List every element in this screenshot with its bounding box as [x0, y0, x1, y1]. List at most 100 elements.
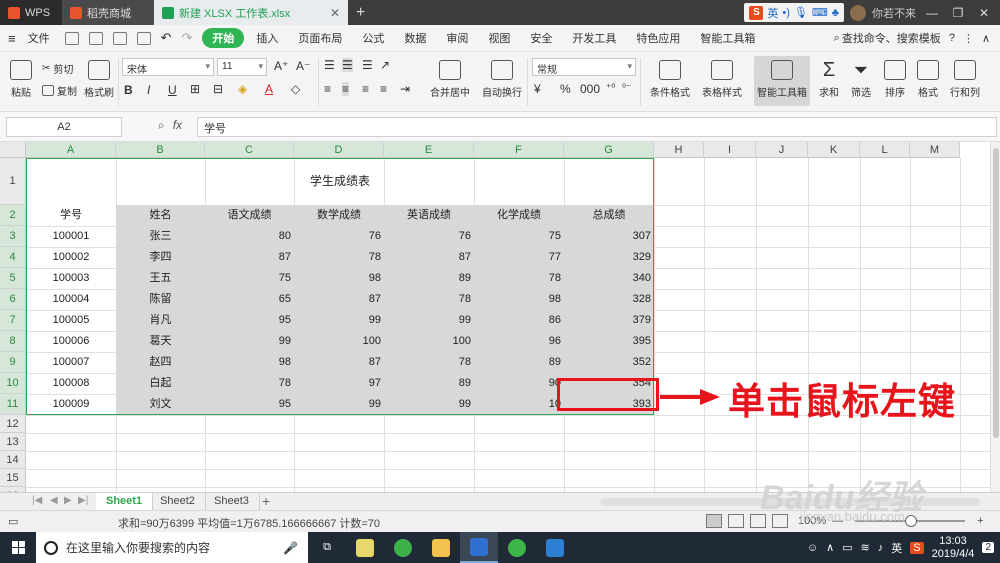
wifi-icon[interactable]: ≋: [861, 541, 870, 554]
column-header-j[interactable]: J: [756, 142, 808, 158]
font-name-select[interactable]: 宋体: [122, 58, 214, 76]
merge-center-button[interactable]: 合并居中: [428, 60, 472, 99]
collapse-ribbon-icon[interactable]: ∧: [982, 32, 990, 45]
last-sheet-icon[interactable]: ▶|: [78, 495, 88, 506]
export-icon[interactable]: [88, 31, 103, 45]
column-header-i[interactable]: I: [704, 142, 756, 158]
tab-docer-store[interactable]: 稻壳商城: [62, 0, 154, 25]
justify-icon[interactable]: ≡: [380, 82, 387, 96]
font-color-icon[interactable]: A: [265, 82, 273, 96]
minimize-icon[interactable]: —: [922, 6, 942, 20]
sum-button[interactable]: Σ 求和: [816, 60, 842, 99]
zoom-in-icon[interactable]: +: [977, 515, 983, 527]
filter-button[interactable]: ⏷ 筛选: [848, 60, 874, 99]
sort-button[interactable]: 排序: [882, 60, 908, 99]
menu-smart-toolbox[interactable]: 智能工具箱: [692, 30, 763, 46]
normal-view-icon[interactable]: [706, 514, 722, 528]
volume-icon[interactable]: ♪: [878, 542, 884, 554]
tray-lang[interactable]: 英: [891, 540, 902, 556]
vertical-scroll-thumb[interactable]: [993, 148, 999, 438]
menu-home[interactable]: 开始: [202, 28, 245, 48]
tray-expand-icon[interactable]: ∧: [826, 541, 834, 554]
underline-icon[interactable]: U: [168, 83, 177, 97]
help-icon[interactable]: ?: [949, 32, 955, 44]
ime-toolbar[interactable]: S 英 •) 🎙 ⌨ ♣: [744, 3, 844, 22]
menu-data[interactable]: 数据: [396, 30, 434, 46]
format-painter-button[interactable]: 格式刷: [84, 60, 114, 99]
start-button[interactable]: [0, 532, 36, 563]
row-header-2[interactable]: 2: [0, 205, 26, 226]
save-icon[interactable]: [64, 31, 79, 45]
row-header-9[interactable]: 9: [0, 352, 26, 373]
row-header-15[interactable]: 15: [0, 469, 26, 487]
row-header-6[interactable]: 6: [0, 289, 26, 310]
first-sheet-icon[interactable]: |◀: [32, 495, 42, 506]
italic-icon[interactable]: I: [147, 83, 150, 97]
row-header-5[interactable]: 5: [0, 268, 26, 289]
select-all-corner[interactable]: [0, 142, 26, 158]
merge-cells-icon[interactable]: ⊟: [213, 82, 223, 96]
taskbar-app-360[interactable]: [384, 532, 422, 563]
menu-insert[interactable]: 插入: [248, 30, 286, 46]
formula-input[interactable]: 学号: [197, 117, 997, 137]
indent-icon[interactable]: ⇥: [400, 82, 410, 96]
print-preview-icon[interactable]: [136, 31, 151, 45]
menu-page-layout[interactable]: 页面布局: [290, 30, 350, 46]
spreadsheet-grid[interactable]: ABCDEFGHIJKLM 1234567891011121314151617 …: [0, 142, 990, 492]
tab-wps[interactable]: WPS: [0, 0, 62, 25]
border-icon[interactable]: ⊞: [190, 82, 200, 96]
clear-format-icon[interactable]: ◇: [291, 82, 300, 96]
rows-cols-button[interactable]: 行和列: [948, 60, 982, 99]
conditional-format-button[interactable]: 条件格式: [646, 60, 694, 99]
search-icon[interactable]: ⌕: [834, 32, 840, 45]
menu-security[interactable]: 安全: [522, 30, 560, 46]
row-header-1[interactable]: 1: [0, 158, 26, 205]
currency-icon[interactable]: ¥: [534, 82, 541, 96]
vertical-scrollbar[interactable]: [990, 142, 1000, 492]
tab-workbook[interactable]: 新建 XLSX 工作表.xlsx ✕: [154, 0, 348, 25]
wrap-text-button[interactable]: 自动换行: [480, 60, 524, 99]
bold-icon[interactable]: B: [124, 83, 133, 97]
user-name[interactable]: 你若不来: [872, 5, 916, 21]
column-header-f[interactable]: F: [474, 142, 564, 158]
user-avatar[interactable]: [850, 4, 866, 21]
row-header-10[interactable]: 10: [0, 373, 26, 394]
decrease-font-icon[interactable]: A⁻: [296, 59, 310, 73]
align-top-icon[interactable]: ☰: [324, 58, 335, 72]
align-right-icon[interactable]: ≡: [362, 82, 369, 96]
column-header-b[interactable]: B: [116, 142, 205, 158]
print-icon[interactable]: [112, 31, 127, 45]
table-style-button[interactable]: 表格样式: [698, 60, 746, 99]
restore-icon[interactable]: ❐: [948, 6, 968, 20]
decrease-decimal-icon[interactable]: ⁰⁻: [622, 83, 631, 94]
row-header-13[interactable]: 13: [0, 433, 26, 451]
column-header-l[interactable]: L: [860, 142, 910, 158]
row-header-4[interactable]: 4: [0, 247, 26, 268]
row-header-7[interactable]: 7: [0, 310, 26, 331]
row-header-8[interactable]: 8: [0, 331, 26, 352]
column-header-a[interactable]: A: [26, 142, 116, 158]
sheet-tab-1[interactable]: Sheet1: [96, 493, 154, 511]
number-format-select[interactable]: 常规: [532, 58, 636, 76]
column-header-m[interactable]: M: [910, 142, 960, 158]
smart-toolbox-button[interactable]: 智能工具箱: [754, 56, 810, 106]
task-view-button[interactable]: ⧉: [308, 532, 346, 563]
taskbar-search[interactable]: 在这里输入你要搜索的内容 🎤: [36, 532, 308, 563]
column-header-h[interactable]: H: [654, 142, 704, 158]
taskbar-app-translate[interactable]: [536, 532, 574, 563]
sheet-tab-3[interactable]: Sheet3: [204, 493, 260, 511]
more-icon[interactable]: ⋮: [963, 32, 974, 45]
fill-color-icon[interactable]: ◈: [238, 82, 247, 96]
tab-close-icon[interactable]: ✕: [330, 6, 340, 20]
close-window-icon[interactable]: ✕: [974, 6, 994, 20]
prev-sheet-icon[interactable]: ◀: [50, 495, 58, 506]
format-button[interactable]: 格式: [915, 60, 941, 99]
page-break-view-icon[interactable]: [728, 514, 744, 528]
column-header-c[interactable]: C: [205, 142, 294, 158]
row-header-3[interactable]: 3: [0, 226, 26, 247]
battery-icon[interactable]: ▭: [842, 541, 852, 554]
sogou-tray-icon[interactable]: S: [910, 541, 924, 554]
paste-button[interactable]: 粘贴: [8, 60, 34, 99]
column-header-k[interactable]: K: [808, 142, 860, 158]
menu-formulas[interactable]: 公式: [354, 30, 392, 46]
